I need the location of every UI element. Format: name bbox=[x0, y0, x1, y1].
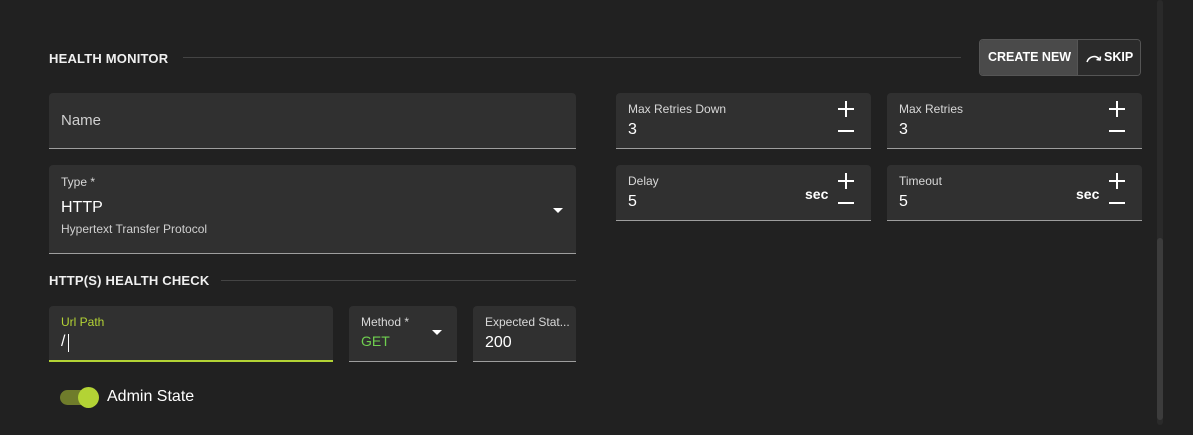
delay-unit: sec bbox=[805, 186, 829, 202]
scrollbar-thumb[interactable] bbox=[1157, 238, 1163, 420]
create-new-button[interactable]: CREATE NEW bbox=[980, 40, 1077, 75]
text-cursor bbox=[68, 334, 69, 352]
max-retries-field[interactable]: Max Retries 3 bbox=[887, 93, 1142, 149]
max-retries-down-label: Max Retries Down bbox=[628, 102, 727, 116]
skip-button[interactable]: SKIP bbox=[1077, 40, 1140, 75]
delay-value: 5 bbox=[628, 193, 637, 210]
increment-icon[interactable] bbox=[838, 101, 854, 117]
increment-icon[interactable] bbox=[838, 173, 854, 189]
http-check-title: HTTP(S) HEALTH CHECK bbox=[49, 273, 210, 288]
type-select[interactable]: Type * HTTP Hypertext Transfer Protocol bbox=[49, 165, 576, 254]
health-monitor-title: HEALTH MONITOR bbox=[49, 51, 169, 66]
decrement-icon[interactable] bbox=[838, 123, 854, 139]
redo-arrow-icon bbox=[1086, 55, 1102, 63]
decrement-icon[interactable] bbox=[838, 195, 854, 211]
scrollbar[interactable] bbox=[1157, 0, 1163, 425]
section-divider bbox=[221, 280, 576, 281]
toggle-knob bbox=[78, 387, 99, 408]
delay-field[interactable]: Delay 5 sec bbox=[616, 165, 871, 221]
max-retries-down-field[interactable]: Max Retries Down 3 bbox=[616, 93, 871, 149]
type-value: HTTP bbox=[61, 199, 103, 216]
url-path-label: Url Path bbox=[61, 315, 105, 329]
chevron-down-icon bbox=[553, 208, 563, 213]
increment-icon[interactable] bbox=[1109, 173, 1125, 189]
section-divider bbox=[183, 57, 961, 58]
max-retries-value: 3 bbox=[899, 121, 908, 138]
name-field[interactable]: Name bbox=[49, 93, 576, 149]
max-retries-label: Max Retries bbox=[899, 102, 964, 116]
increment-icon[interactable] bbox=[1109, 101, 1125, 117]
delay-label: Delay bbox=[628, 174, 659, 188]
type-label: Type * bbox=[61, 175, 96, 189]
monitor-action-group: CREATE NEW SKIP bbox=[979, 39, 1141, 76]
expected-status-label: Expected Stat... bbox=[485, 315, 570, 329]
expected-status-value: 200 bbox=[485, 334, 512, 351]
type-description: Hypertext Transfer Protocol bbox=[61, 222, 208, 236]
chevron-down-icon bbox=[432, 330, 442, 335]
timeout-unit: sec bbox=[1076, 186, 1100, 202]
timeout-value: 5 bbox=[899, 193, 908, 210]
skip-label: SKIP bbox=[1104, 50, 1134, 64]
method-value: GET bbox=[361, 333, 390, 349]
url-path-value: / bbox=[61, 333, 66, 350]
url-path-field[interactable]: Url Path / bbox=[49, 306, 333, 362]
expected-status-field[interactable]: Expected Stat... 200 bbox=[473, 306, 576, 362]
decrement-icon[interactable] bbox=[1109, 195, 1125, 211]
create-new-label: CREATE NEW bbox=[988, 50, 1072, 64]
name-placeholder: Name bbox=[61, 112, 102, 129]
max-retries-down-value: 3 bbox=[628, 121, 637, 138]
admin-state-toggle[interactable] bbox=[60, 387, 100, 409]
timeout-field[interactable]: Timeout 5 sec bbox=[887, 165, 1142, 221]
method-select[interactable]: Method * GET bbox=[349, 306, 457, 362]
admin-state-label: Admin State bbox=[107, 388, 195, 405]
method-label: Method * bbox=[361, 315, 410, 329]
timeout-label: Timeout bbox=[899, 174, 942, 188]
decrement-icon[interactable] bbox=[1109, 123, 1125, 139]
